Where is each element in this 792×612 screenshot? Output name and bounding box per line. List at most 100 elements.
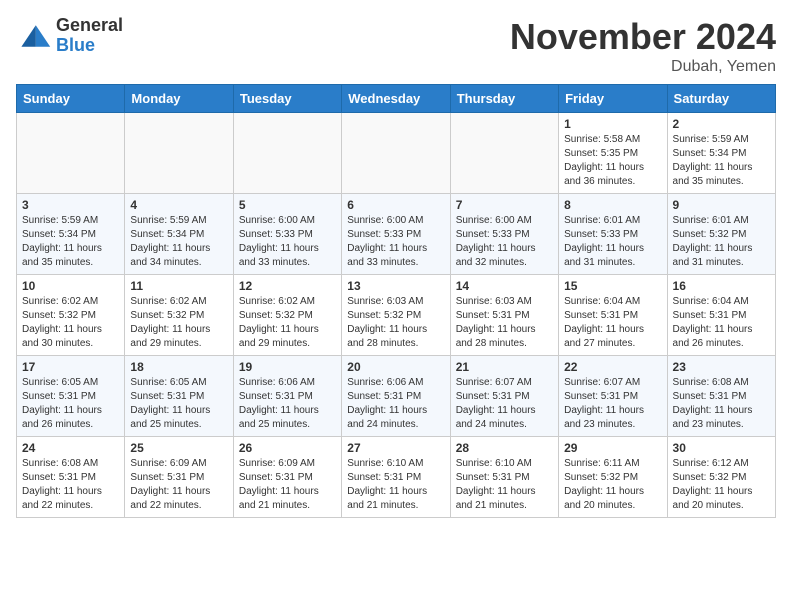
weekday-header: Friday — [559, 85, 667, 113]
day-info: Sunrise: 6:10 AM Sunset: 5:31 PM Dayligh… — [347, 457, 444, 513]
day-info: Sunrise: 6:08 AM Sunset: 5:31 PM Dayligh… — [673, 376, 770, 432]
calendar-table: SundayMondayTuesdayWednesdayThursdayFrid… — [16, 84, 776, 518]
weekday-header: Wednesday — [342, 85, 450, 113]
day-number: 30 — [673, 441, 770, 455]
day-info: Sunrise: 6:08 AM Sunset: 5:31 PM Dayligh… — [22, 457, 119, 513]
day-info: Sunrise: 6:04 AM Sunset: 5:31 PM Dayligh… — [673, 295, 770, 351]
day-info: Sunrise: 6:05 AM Sunset: 5:31 PM Dayligh… — [130, 376, 227, 432]
day-number: 9 — [673, 198, 770, 212]
weekday-header: Thursday — [450, 85, 558, 113]
day-info: Sunrise: 6:05 AM Sunset: 5:31 PM Dayligh… — [22, 376, 119, 432]
day-info: Sunrise: 6:01 AM Sunset: 5:32 PM Dayligh… — [673, 214, 770, 270]
calendar-cell: 22 Sunrise: 6:07 AM Sunset: 5:31 PM Dayli… — [559, 356, 667, 437]
day-number: 3 — [22, 198, 119, 212]
day-number: 25 — [130, 441, 227, 455]
day-info: Sunrise: 6:09 AM Sunset: 5:31 PM Dayligh… — [239, 457, 336, 513]
day-info: Sunrise: 6:02 AM Sunset: 5:32 PM Dayligh… — [22, 295, 119, 351]
day-number: 20 — [347, 360, 444, 374]
calendar-cell: 16 Sunrise: 6:04 AM Sunset: 5:31 PM Dayli… — [667, 275, 775, 356]
day-number: 1 — [564, 117, 661, 131]
weekday-header: Sunday — [17, 85, 125, 113]
day-info: Sunrise: 6:11 AM Sunset: 5:32 PM Dayligh… — [564, 457, 661, 513]
day-info: Sunrise: 5:59 AM Sunset: 5:34 PM Dayligh… — [22, 214, 119, 270]
calendar-week-row: 24Sunrise: 6:08 AM Sunset: 5:31 PM Dayli… — [17, 437, 776, 518]
day-number: 4 — [130, 198, 227, 212]
calendar-cell: 2Sunrise: 5:59 AM Sunset: 5:34 PM Daylig… — [667, 113, 775, 194]
calendar-cell: 4Sunrise: 5:59 AM Sunset: 5:34 PM Daylig… — [125, 194, 233, 275]
day-number: 23 — [673, 360, 770, 374]
day-info: Sunrise: 6:02 AM Sunset: 5:32 PM Dayligh… — [130, 295, 227, 351]
day-number: 13 — [347, 279, 444, 293]
day-number: 27 — [347, 441, 444, 455]
day-info: Sunrise: 6:00 AM Sunset: 5:33 PM Dayligh… — [239, 214, 336, 270]
day-info: Sunrise: 6:06 AM Sunset: 5:31 PM Dayligh… — [239, 376, 336, 432]
calendar-cell — [17, 113, 125, 194]
calendar-week-row: 1 Sunrise: 5:58 AM Sunset: 5:35 PM Daylig… — [17, 113, 776, 194]
day-number: 11 — [130, 279, 227, 293]
calendar-week-row: 3 Sunrise: 5:59 AM Sunset: 5:34 PM Daylig… — [17, 194, 776, 275]
calendar-cell: 6 Sunrise: 6:00 AM Sunset: 5:33 PM Daylig… — [342, 194, 450, 275]
calendar-cell: 26 Sunrise: 6:09 AM Sunset: 5:31 PM Dayli… — [233, 437, 341, 518]
day-info: Sunrise: 6:02 AM Sunset: 5:32 PM Dayligh… — [239, 295, 336, 351]
day-number: 29 — [564, 441, 661, 455]
day-info: Sunrise: 6:12 AM Sunset: 5:32 PM Dayligh… — [673, 457, 770, 513]
logo-text: General Blue — [56, 16, 123, 56]
calendar-cell: 13 Sunrise: 6:03 AM Sunset: 5:32 PM Dayli… — [342, 275, 450, 356]
weekday-header-row: SundayMondayTuesdayWednesdayThursdayFrid… — [17, 85, 776, 113]
calendar-cell: 10 Sunrise: 6:02 AM Sunset: 5:32 PM Dayli… — [17, 275, 125, 356]
day-info: Sunrise: 6:06 AM Sunset: 5:31 PM Dayligh… — [347, 376, 444, 432]
day-number: 6 — [347, 198, 444, 212]
day-number: 15 — [564, 279, 661, 293]
month-title: November 2024 — [510, 16, 776, 58]
calendar-week-row: 17 Sunrise: 6:05 AM Sunset: 5:31 PM Dayli… — [17, 356, 776, 437]
day-number: 7 — [456, 198, 553, 212]
day-number: 10 — [22, 279, 119, 293]
page-header: General Blue November 2024 Dubah, Yemen — [16, 16, 776, 76]
calendar-cell: 19Sunrise: 6:06 AM Sunset: 5:31 PM Dayli… — [233, 356, 341, 437]
calendar-cell: 5 Sunrise: 6:00 AM Sunset: 5:33 PM Daylig… — [233, 194, 341, 275]
day-number: 16 — [673, 279, 770, 293]
day-info: Sunrise: 6:04 AM Sunset: 5:31 PM Dayligh… — [564, 295, 661, 351]
calendar-cell: 25 Sunrise: 6:09 AM Sunset: 5:31 PM Dayli… — [125, 437, 233, 518]
calendar-cell: 23 Sunrise: 6:08 AM Sunset: 5:31 PM Dayli… — [667, 356, 775, 437]
day-number: 12 — [239, 279, 336, 293]
day-info: Sunrise: 6:07 AM Sunset: 5:31 PM Dayligh… — [456, 376, 553, 432]
calendar-cell: 8 Sunrise: 6:01 AM Sunset: 5:33 PM Daylig… — [559, 194, 667, 275]
calendar-cell — [233, 113, 341, 194]
day-info: Sunrise: 6:07 AM Sunset: 5:31 PM Dayligh… — [564, 376, 661, 432]
day-number: 21 — [456, 360, 553, 374]
day-number: 26 — [239, 441, 336, 455]
calendar-cell: 21 Sunrise: 6:07 AM Sunset: 5:31 PM Dayli… — [450, 356, 558, 437]
calendar-cell: 15 Sunrise: 6:04 AM Sunset: 5:31 PM Dayli… — [559, 275, 667, 356]
calendar-cell: 3 Sunrise: 5:59 AM Sunset: 5:34 PM Daylig… — [17, 194, 125, 275]
day-info: Sunrise: 5:59 AM Sunset: 5:34 PM Dayligh… — [673, 133, 770, 189]
calendar-cell: 18 Sunrise: 6:05 AM Sunset: 5:31 PM Dayli… — [125, 356, 233, 437]
logo-general: General — [56, 16, 123, 36]
calendar-cell — [342, 113, 450, 194]
calendar-cell: 11 Sunrise: 6:02 AM Sunset: 5:32 PM Dayli… — [125, 275, 233, 356]
day-number: 18 — [130, 360, 227, 374]
day-number: 28 — [456, 441, 553, 455]
day-info: Sunrise: 6:01 AM Sunset: 5:33 PM Dayligh… — [564, 214, 661, 270]
day-info: Sunrise: 5:58 AM Sunset: 5:35 PM Dayligh… — [564, 133, 661, 189]
day-number: 14 — [456, 279, 553, 293]
calendar-cell — [125, 113, 233, 194]
calendar-cell: 9 Sunrise: 6:01 AM Sunset: 5:32 PM Daylig… — [667, 194, 775, 275]
day-number: 22 — [564, 360, 661, 374]
day-number: 8 — [564, 198, 661, 212]
calendar-cell: 14Sunrise: 6:03 AM Sunset: 5:31 PM Dayli… — [450, 275, 558, 356]
calendar-cell: 30 Sunrise: 6:12 AM Sunset: 5:32 PM Dayli… — [667, 437, 775, 518]
calendar-cell — [450, 113, 558, 194]
calendar-cell: 20 Sunrise: 6:06 AM Sunset: 5:31 PM Dayli… — [342, 356, 450, 437]
day-number: 17 — [22, 360, 119, 374]
day-number: 5 — [239, 198, 336, 212]
day-info: Sunrise: 6:00 AM Sunset: 5:33 PM Dayligh… — [347, 214, 444, 270]
day-info: Sunrise: 6:03 AM Sunset: 5:32 PM Dayligh… — [347, 295, 444, 351]
day-info: Sunrise: 6:09 AM Sunset: 5:31 PM Dayligh… — [130, 457, 227, 513]
weekday-header: Tuesday — [233, 85, 341, 113]
title-block: November 2024 Dubah, Yemen — [510, 16, 776, 76]
calendar-cell: 17 Sunrise: 6:05 AM Sunset: 5:31 PM Dayli… — [17, 356, 125, 437]
weekday-header: Saturday — [667, 85, 775, 113]
calendar-week-row: 10 Sunrise: 6:02 AM Sunset: 5:32 PM Dayli… — [17, 275, 776, 356]
calendar-cell: 28Sunrise: 6:10 AM Sunset: 5:31 PM Dayli… — [450, 437, 558, 518]
